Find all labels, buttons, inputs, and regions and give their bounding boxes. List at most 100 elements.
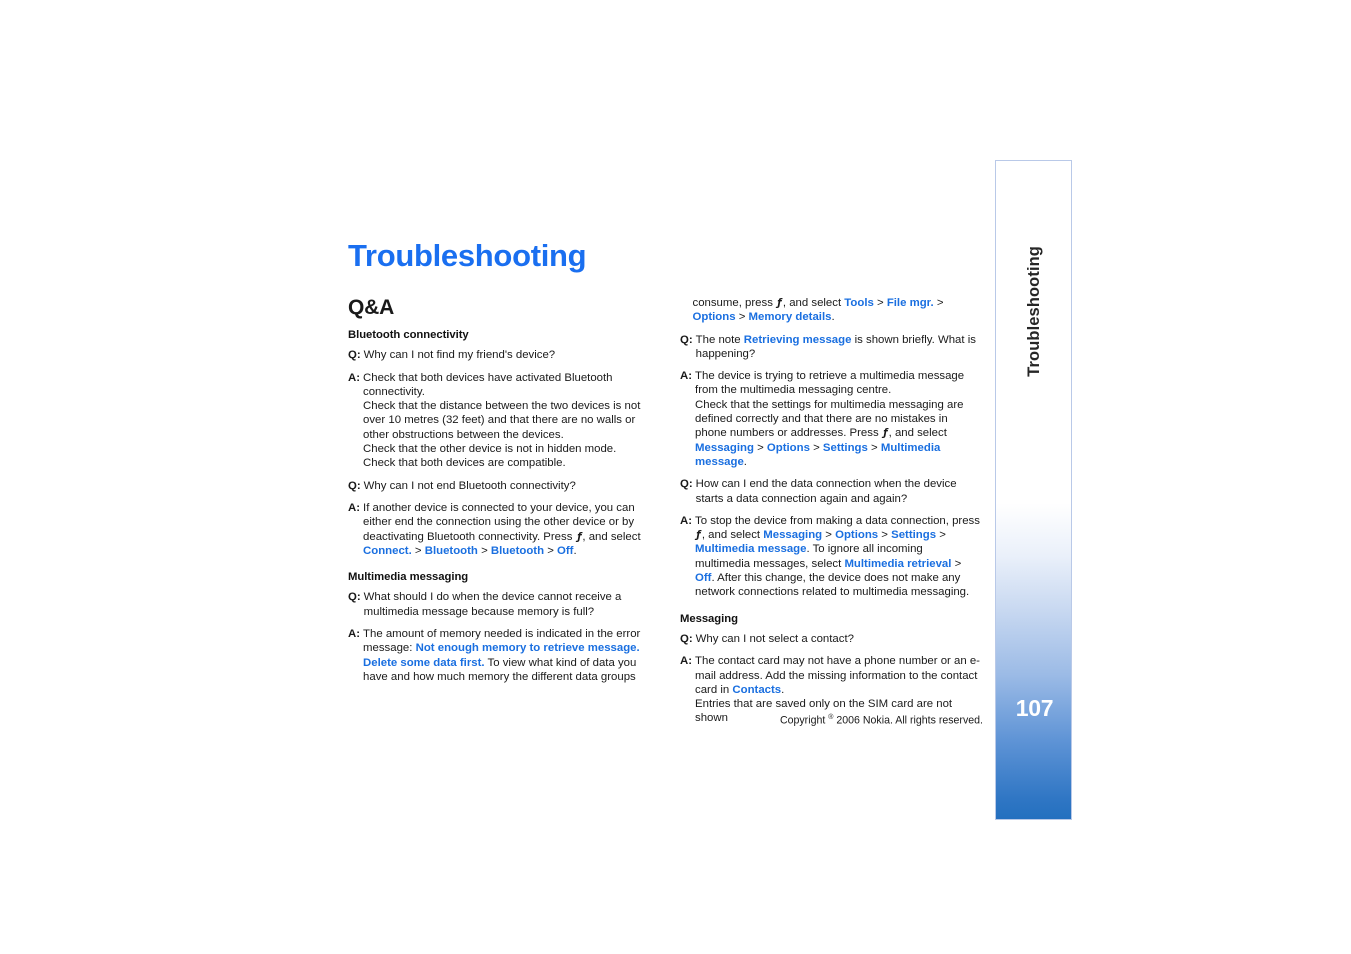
qa-body: The note Retrieving message is shown bri… xyxy=(696,333,980,362)
ui-path-link[interactable]: Messaging xyxy=(763,529,822,541)
ui-path-link[interactable]: Multimedia message xyxy=(695,543,806,555)
page-number: 107 xyxy=(1015,695,1054,721)
path-separator: > xyxy=(411,544,425,557)
path-separator: > xyxy=(878,529,892,542)
subhead-messaging: Messaging xyxy=(680,612,738,625)
qa-text: Why can I not end Bluetooth connectivity… xyxy=(363,479,576,492)
qa-text-run: . xyxy=(781,683,785,696)
qa-item: Q: Why can I not end Bluetooth connectiv… xyxy=(348,479,648,493)
document-page: Troubleshooting Q&A Bluetooth connectivi… xyxy=(0,0,1351,954)
qa-body: Why can I not select a contact? xyxy=(696,632,980,646)
menu-key-icon: ƒ xyxy=(883,426,888,440)
qa-text: To stop the device from making a data co… xyxy=(695,514,980,600)
qa-text: Why can I not find my friend's device? xyxy=(363,349,556,362)
qa-text-run: The note xyxy=(695,333,744,346)
qa-body: consume, press ƒ, and select Tools > Fil… xyxy=(693,296,981,325)
qa-text: The amount of memory needed is indicated… xyxy=(363,627,648,684)
qa-text: If another device is connected to your d… xyxy=(363,501,648,558)
qa-text-run: , and select xyxy=(888,427,947,440)
path-separator: > xyxy=(822,529,836,542)
qa-label-spacer xyxy=(680,296,690,310)
qa-text: Check that both devices have activated B… xyxy=(363,371,613,398)
qa-label: A: xyxy=(680,655,693,668)
path-separator: > xyxy=(873,297,887,309)
ui-path-link[interactable]: Memory details xyxy=(749,311,832,323)
qa-body: Why can I not end Bluetooth connectivity… xyxy=(364,479,648,493)
sidebar-chapter-label: Troubleshooting xyxy=(1025,245,1043,377)
qa-label: A: xyxy=(680,370,693,383)
qa-text-run: . xyxy=(573,544,577,557)
qa-item: A: The amount of memory needed is indica… xyxy=(348,627,648,684)
ui-path-link[interactable]: Bluetooth xyxy=(491,545,544,557)
qa-text: Check that the distance between the two … xyxy=(363,400,641,441)
path-separator: > xyxy=(951,557,962,570)
menu-key-icon: ƒ xyxy=(777,296,782,309)
ui-path-link[interactable]: Options xyxy=(835,529,878,541)
menu-key-icon: ƒ xyxy=(576,529,582,543)
ui-path-link[interactable]: Settings xyxy=(823,442,868,454)
left-column: Bluetooth connectivity Q: Why can I not … xyxy=(348,328,648,692)
qa-text-run: . xyxy=(743,455,747,468)
ui-path-link[interactable]: Multimedia retrieval xyxy=(844,558,951,570)
qa-text: Check that the settings for multimedia m… xyxy=(695,398,980,469)
ui-path-link[interactable]: Tools xyxy=(844,297,874,309)
qa-item: A: If another device is connected to you… xyxy=(348,501,648,558)
path-separator: > xyxy=(936,529,946,542)
note-link[interactable]: Retrieving message xyxy=(744,334,852,346)
qa-text-run: . xyxy=(831,311,835,324)
qa-body: To stop the device from making a data co… xyxy=(695,514,980,600)
subhead-multimedia-messaging: Multimedia messaging xyxy=(348,571,469,584)
path-separator: > xyxy=(753,441,767,454)
right-column: consume, press ƒ, and select Tools > Fil… xyxy=(680,296,980,734)
path-separator: > xyxy=(809,441,823,454)
qa-item-continuation: consume, press ƒ, and select Tools > Fil… xyxy=(680,296,980,325)
qa-label: A: xyxy=(680,514,693,527)
ui-path-link[interactable]: Messaging xyxy=(695,442,754,454)
qa-text: The device is trying to retrieve a multi… xyxy=(695,370,965,397)
menu-key-icon: ƒ xyxy=(696,528,701,542)
ui-path-link[interactable]: Off xyxy=(695,572,711,584)
qa-text-run: consume, press xyxy=(692,297,777,309)
qa-label: Q: xyxy=(348,349,361,362)
chapter-tab-sidebar: Troubleshooting 107 xyxy=(995,160,1072,820)
qa-text: The contact card may not have a phone nu… xyxy=(695,654,980,697)
path-separator: > xyxy=(933,297,944,309)
qa-text: Why can I not select a contact? xyxy=(695,632,854,645)
copyright-prefix: Copyright xyxy=(779,714,829,727)
qa-item: A: To stop the device from making a data… xyxy=(680,514,980,600)
ui-path-link[interactable]: Options xyxy=(767,442,810,454)
ui-path-link[interactable]: Connect. xyxy=(363,545,412,557)
qa-text: The note Retrieving message is shown bri… xyxy=(696,333,980,362)
qa-body: Check that both devices have activated B… xyxy=(363,371,648,471)
sidebar-chapter-label-wrap: Troubleshooting xyxy=(996,161,1073,461)
subhead-bluetooth-connectivity: Bluetooth connectivity xyxy=(348,329,469,341)
ui-path-link[interactable]: Off xyxy=(557,545,573,557)
qa-item: Q: Why can I not find my friend's device… xyxy=(348,348,648,362)
qa-body: What should I do when the device cannot … xyxy=(364,590,648,619)
qa-item: A: Check that both devices have activate… xyxy=(348,371,648,471)
copyright-suffix: 2006 Nokia. All rights reserved. xyxy=(833,714,983,727)
qa-label: A: xyxy=(348,628,361,641)
ui-path-link[interactable]: Options xyxy=(693,311,736,323)
qa-body: If another device is connected to your d… xyxy=(363,501,648,558)
qa-item: Q: The note Retrieving message is shown … xyxy=(680,333,980,362)
qa-body: The amount of memory needed is indicated… xyxy=(363,627,648,684)
qa-label: A: xyxy=(348,501,361,514)
qa-label: A: xyxy=(348,371,361,384)
qa-body: The device is trying to retrieve a multi… xyxy=(695,369,980,469)
qa-text-run: , and select xyxy=(782,297,845,309)
page-title: Troubleshooting xyxy=(348,238,587,273)
qa-text: Check that the other device is not in hi… xyxy=(363,443,617,456)
qa-label: Q: xyxy=(348,591,361,604)
section-title: Q&A xyxy=(348,296,395,319)
ui-path-link[interactable]: Settings xyxy=(891,529,936,541)
qa-text-run: , and select xyxy=(701,529,764,542)
ui-path-link[interactable]: File mgr. xyxy=(887,297,934,309)
ui-path-link[interactable]: Contacts xyxy=(732,684,781,696)
qa-label: Q: xyxy=(348,479,361,492)
qa-text: consume, press ƒ, and select Tools > Fil… xyxy=(693,296,981,325)
path-separator: > xyxy=(867,441,881,454)
ui-path-link[interactable]: Bluetooth xyxy=(425,545,478,557)
qa-label: Q: xyxy=(680,632,693,645)
qa-body: How can I end the data connection when t… xyxy=(696,477,980,506)
